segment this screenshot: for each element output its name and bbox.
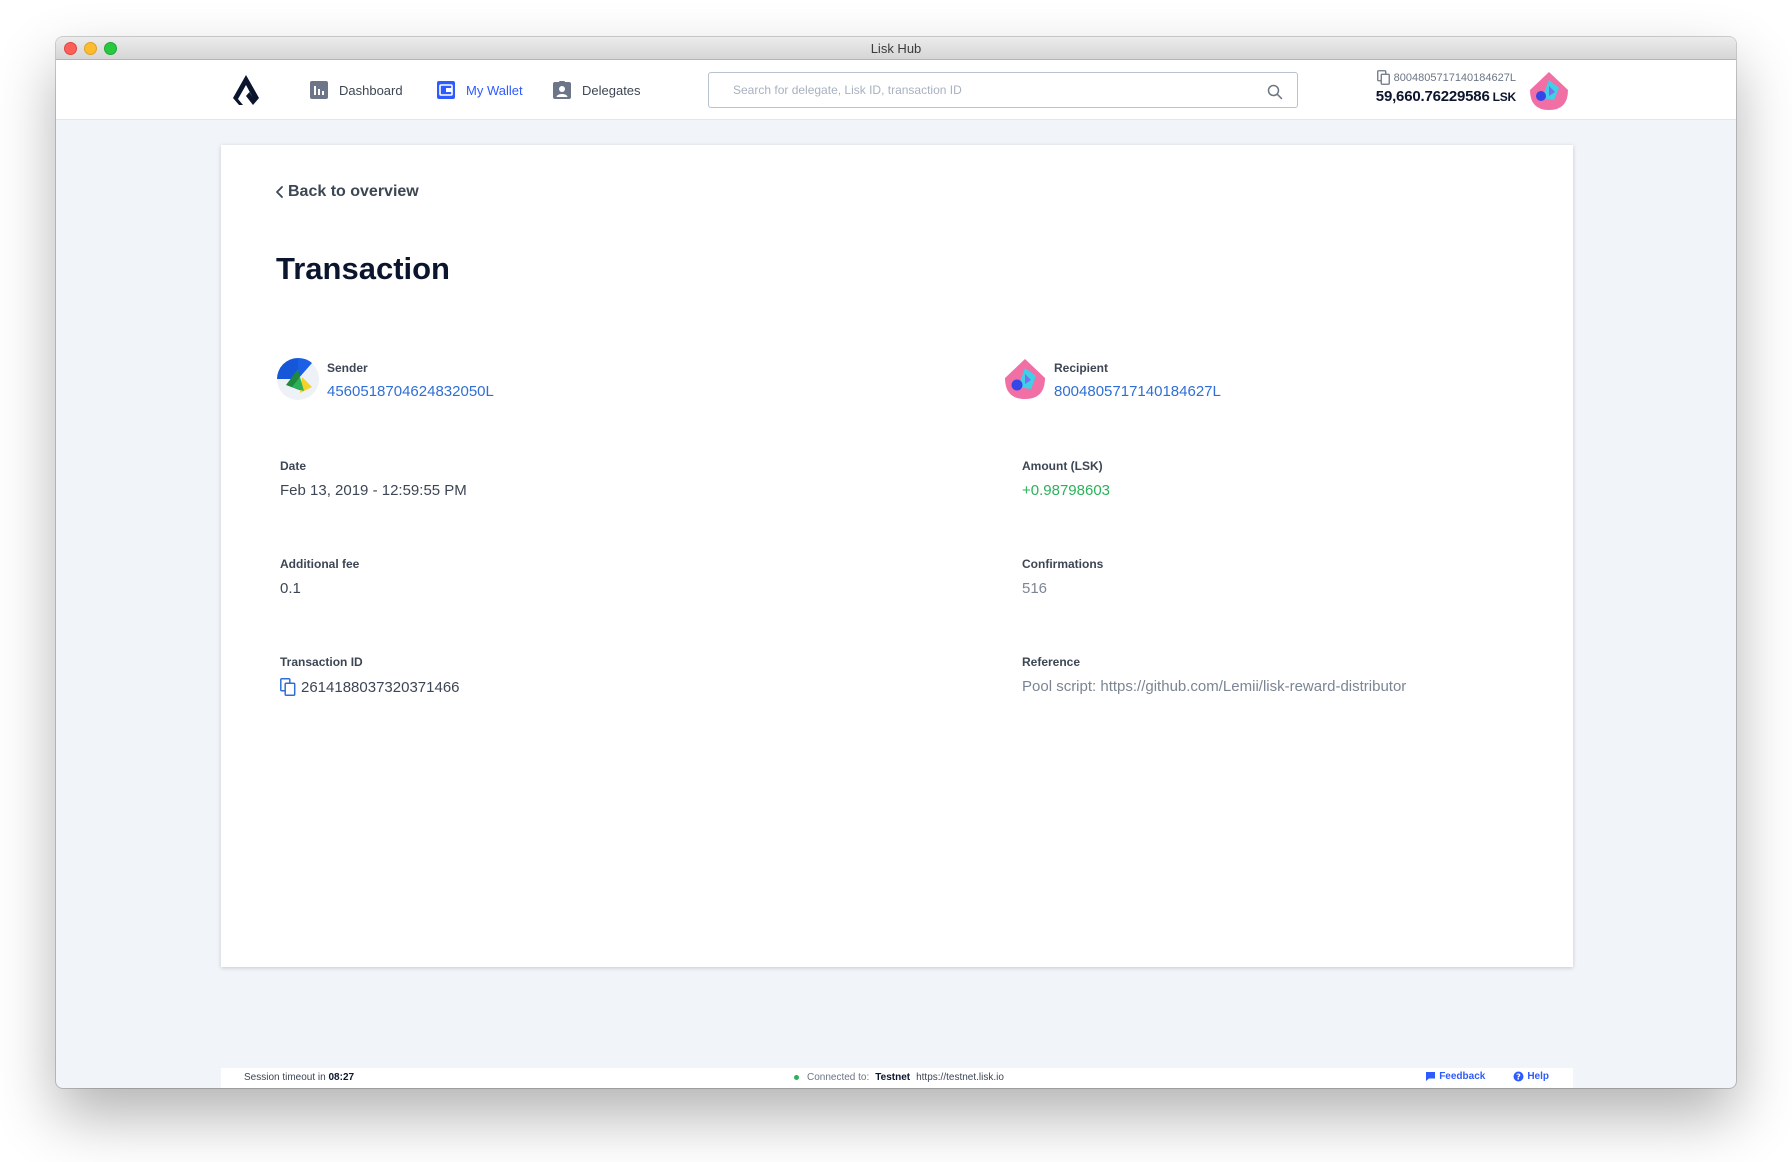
dashboard-icon bbox=[310, 81, 328, 99]
sender-address-link[interactable]: 4560518704624832050L bbox=[327, 383, 494, 400]
connection-status-dot bbox=[794, 1075, 799, 1080]
account-balance: 59,660.76229586 LSK bbox=[1366, 88, 1516, 105]
connected-label: Connected to: bbox=[807, 1072, 870, 1083]
reference-label: Reference bbox=[1022, 655, 1081, 669]
network-name: Testnet bbox=[875, 1072, 911, 1083]
fee-label: Additional fee bbox=[280, 557, 360, 571]
help-icon: ? bbox=[1513, 1071, 1524, 1082]
network-url: https://testnet.lisk.io bbox=[916, 1072, 1004, 1083]
transaction-id-label: Transaction ID bbox=[280, 655, 363, 669]
session-timeout-value: 08:27 bbox=[328, 1072, 355, 1083]
transaction-card: Back to overview Transaction Sender 4560… bbox=[221, 145, 1573, 967]
recipient-block: Recipient 8004805717140184627L bbox=[1054, 361, 1221, 400]
account-avatar[interactable] bbox=[1528, 70, 1570, 112]
account-balance-unit: LSK bbox=[1492, 90, 1517, 104]
title-bar: Lisk Hub bbox=[56, 37, 1736, 60]
nav-my-wallet-label: My Wallet bbox=[466, 82, 523, 98]
back-to-overview-link[interactable]: Back to overview bbox=[275, 183, 419, 201]
reference-block: Reference Pool script: https://github.co… bbox=[1022, 655, 1406, 695]
svg-text:?: ? bbox=[1517, 1072, 1522, 1081]
confirmations-label: Confirmations bbox=[1022, 557, 1104, 571]
transaction-id-value: 2614188037320371466 bbox=[301, 678, 460, 696]
feedback-link[interactable]: Feedback bbox=[1425, 1071, 1485, 1082]
page-title: Transaction bbox=[276, 251, 450, 286]
lisk-logo-icon[interactable] bbox=[232, 74, 260, 106]
nav-dashboard[interactable]: Dashboard bbox=[310, 80, 403, 100]
search-icon[interactable] bbox=[1267, 84, 1283, 100]
recipient-address-link[interactable]: 8004805717140184627L bbox=[1054, 383, 1221, 400]
sender-block: Sender 4560518704624832050L bbox=[327, 361, 494, 400]
app-window: Lisk Hub Dashboard My Wallet Delegates S… bbox=[56, 37, 1736, 1088]
chevron-left-icon bbox=[276, 186, 283, 198]
window-title: Lisk Hub bbox=[870, 41, 922, 56]
back-link-label: Back to overview bbox=[288, 183, 419, 200]
sender-avatar[interactable] bbox=[276, 357, 320, 401]
help-link[interactable]: ? Help bbox=[1513, 1071, 1549, 1082]
session-timeout-label: Session timeout in bbox=[244, 1072, 326, 1083]
fee-block: Additional fee 0.1 bbox=[280, 557, 359, 597]
search-box bbox=[708, 72, 1298, 108]
account-address-row[interactable]: 8004805717140184627L bbox=[1366, 70, 1516, 85]
confirmations-block: Confirmations 516 bbox=[1022, 557, 1103, 597]
transaction-id-row: 2614188037320371466 bbox=[280, 678, 460, 696]
nav-dashboard-label: Dashboard bbox=[339, 82, 403, 98]
confirmations-value: 516 bbox=[1022, 580, 1048, 597]
session-timeout: Session timeout in 08:27 bbox=[244, 1072, 354, 1083]
footer-links: Feedback ? Help bbox=[1397, 1071, 1549, 1082]
account-info[interactable]: 8004805717140184627L 59,660.76229586 LSK bbox=[1366, 70, 1516, 114]
recipient-label: Recipient bbox=[1054, 361, 1109, 375]
recipient-avatar[interactable] bbox=[1003, 357, 1047, 401]
network-status: Connected to: Testnet https://testnet.li… bbox=[794, 1072, 1004, 1083]
amount-block: Amount (LSK) +0.98798603 bbox=[1022, 459, 1110, 499]
copy-icon[interactable] bbox=[1376, 70, 1390, 85]
date-value: Feb 13, 2019 - 12:59:55 PM bbox=[280, 482, 467, 499]
reference-value: Pool script: https://github.com/Lemii/li… bbox=[1022, 678, 1407, 695]
nav-my-wallet[interactable]: My Wallet bbox=[437, 80, 523, 100]
search-input[interactable] bbox=[709, 73, 1297, 107]
sender-label: Sender bbox=[327, 361, 368, 375]
delegates-icon bbox=[553, 81, 571, 99]
nav-delegates[interactable]: Delegates bbox=[553, 80, 641, 100]
amount-value: +0.98798603 bbox=[1022, 482, 1111, 499]
status-footer: Session timeout in 08:27 Connected to: T… bbox=[221, 1068, 1573, 1088]
date-block: Date Feb 13, 2019 - 12:59:55 PM bbox=[280, 459, 467, 499]
account-address: 8004805717140184627L bbox=[1393, 71, 1516, 84]
help-label: Help bbox=[1527, 1071, 1549, 1082]
feedback-icon bbox=[1426, 1072, 1436, 1081]
copy-icon[interactable] bbox=[280, 678, 296, 696]
transaction-id-block: Transaction ID 2614188037320371466 bbox=[280, 655, 460, 696]
date-label: Date bbox=[280, 459, 307, 473]
account-balance-value: 59,660.76229586 bbox=[1375, 88, 1490, 105]
nav-delegates-label: Delegates bbox=[582, 82, 641, 98]
fee-value: 0.1 bbox=[280, 580, 301, 597]
wallet-icon bbox=[437, 81, 455, 99]
amount-label: Amount (LSK) bbox=[1022, 459, 1103, 473]
top-bar: Dashboard My Wallet Delegates Search for… bbox=[56, 60, 1736, 120]
feedback-label: Feedback bbox=[1439, 1071, 1486, 1082]
